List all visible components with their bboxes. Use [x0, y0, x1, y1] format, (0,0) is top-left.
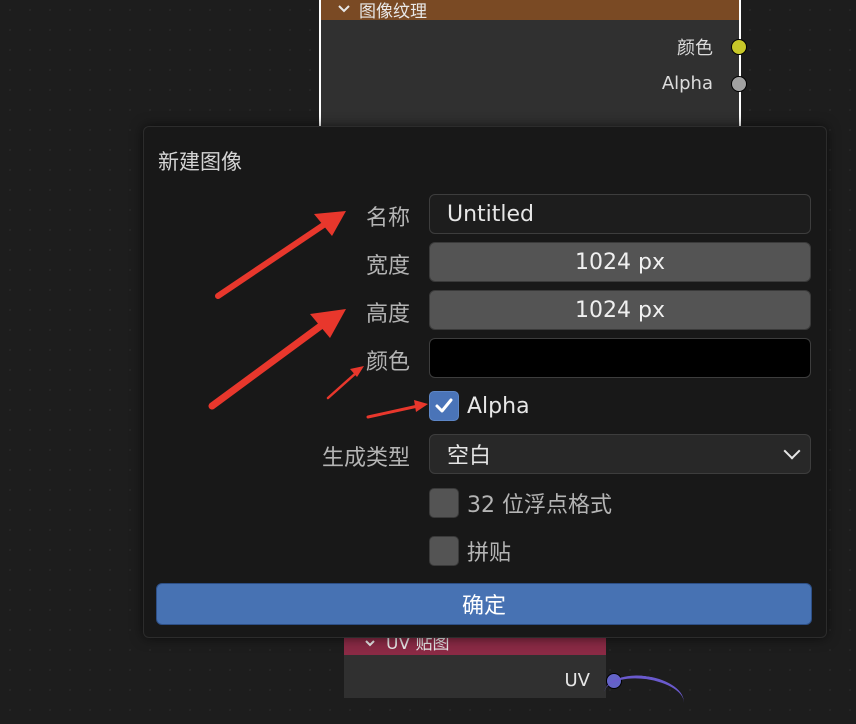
generated-type-dropdown[interactable]: 空白: [429, 434, 811, 474]
tiled-checkbox-row[interactable]: 拼贴: [429, 535, 511, 567]
socket-label: Alpha: [661, 73, 713, 94]
socket-color: 颜色: [677, 34, 747, 60]
height-value: 1024 px: [575, 297, 665, 323]
width-field[interactable]: 1024 px: [429, 242, 811, 282]
name-field[interactable]: Untitled: [429, 194, 811, 234]
chevron-down-icon: [783, 442, 801, 460]
node-title: 图像纹理: [359, 1, 427, 22]
float-checkbox-row[interactable]: 32 位浮点格式: [429, 487, 612, 519]
socket-dot-icon[interactable]: [731, 75, 747, 92]
socket-label: UV: [564, 670, 591, 691]
height-label: 高度: [365, 302, 410, 327]
float-label: 32 位浮点格式: [467, 493, 612, 518]
height-field[interactable]: 1024 px: [429, 290, 811, 330]
alpha-checkbox[interactable]: [429, 391, 459, 421]
width-value: 1024 px: [575, 249, 665, 275]
socket-label: 颜色: [677, 38, 713, 59]
tiled-checkbox[interactable]: [429, 536, 459, 566]
node-link: [601, 670, 687, 724]
node-header[interactable]: 图像纹理: [321, 0, 739, 22]
name-label: 名称: [365, 206, 410, 231]
tiled-label: 拼贴: [467, 541, 512, 566]
collapse-chevron-icon[interactable]: [337, 0, 351, 19]
generated-type-label: 生成类型: [321, 446, 410, 471]
color-label: 颜色: [365, 350, 410, 375]
alpha-checkbox-row[interactable]: Alpha: [429, 391, 530, 421]
check-icon: [435, 398, 453, 413]
socket-alpha: Alpha: [661, 73, 747, 94]
ok-label: 确定: [461, 594, 506, 619]
alpha-label: Alpha: [467, 393, 530, 419]
image-texture-node[interactable]: 图像纹理 颜色 Alpha: [319, 0, 747, 134]
ok-button[interactable]: 确定: [156, 583, 812, 625]
uv-map-node[interactable]: UV 贴图 UV: [344, 628, 622, 698]
color-swatch[interactable]: [429, 338, 811, 378]
dialog-title: 新建图像: [158, 150, 242, 174]
generated-type-value: 空白: [447, 444, 492, 469]
float-checkbox[interactable]: [429, 488, 459, 518]
socket-dot-icon[interactable]: [731, 39, 747, 55]
width-label: 宽度: [365, 254, 410, 279]
new-image-dialog: 新建图像 名称 Untitled 宽度 1024 px 高度 1024 px 颜…: [143, 126, 827, 638]
name-value: Untitled: [447, 201, 535, 227]
